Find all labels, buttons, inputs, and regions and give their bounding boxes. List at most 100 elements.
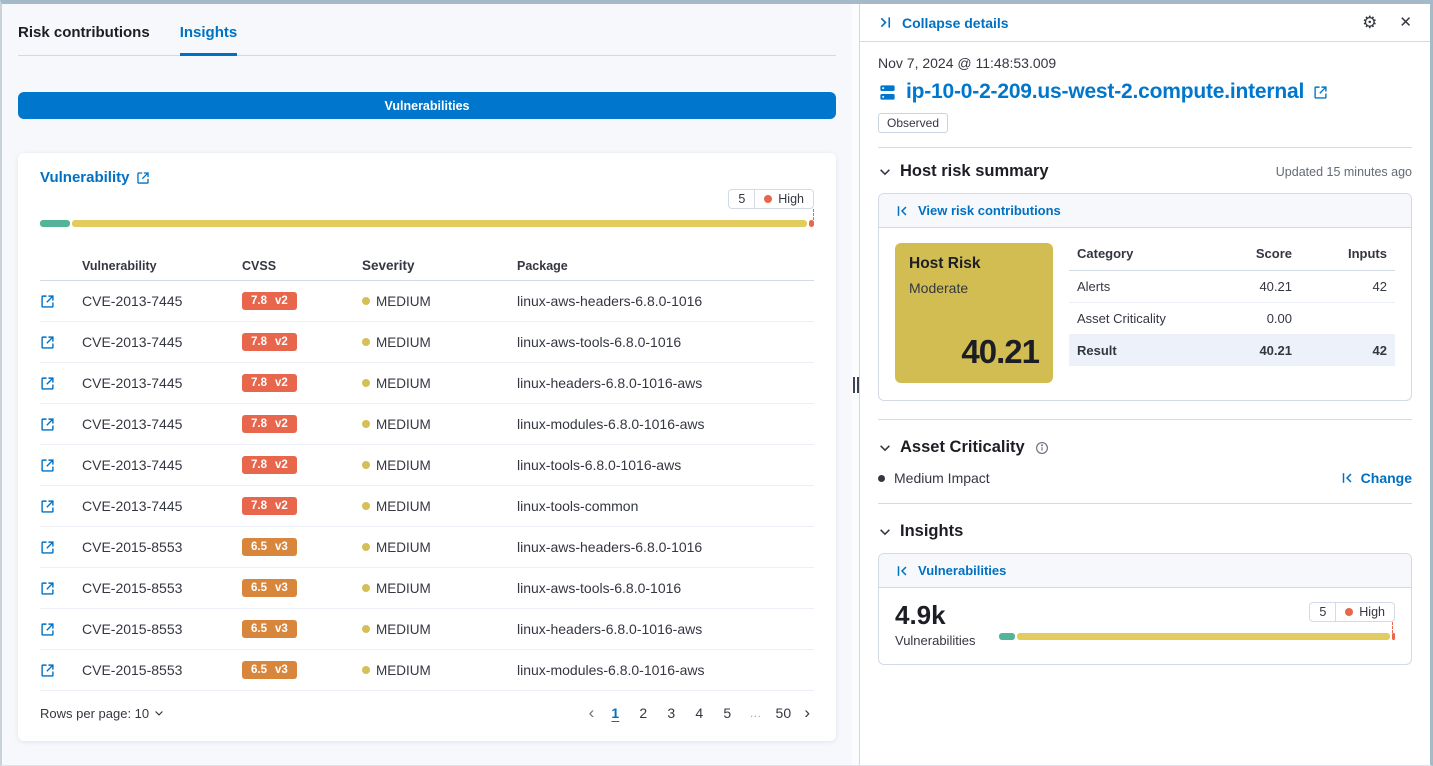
insights-title: Insights <box>900 522 963 541</box>
open-vulnerability-details-icon[interactable] <box>40 663 82 678</box>
severity-cell: MEDIUM <box>362 294 517 309</box>
col-cvss: CVSS <box>242 259 362 273</box>
arrow-end-icon <box>878 15 893 30</box>
criticality-dot-icon <box>878 475 885 482</box>
table-row: CVE-2013-7445 7.8v2 MEDIUM linux-modules… <box>40 404 814 445</box>
cvss-score-badge: 6.5v3 <box>242 538 297 556</box>
severity-cell: MEDIUM <box>362 458 517 473</box>
risk-score: 40.21 <box>1177 343 1292 358</box>
next-page-button[interactable]: › <box>800 703 814 723</box>
high-severity-count-badge: 5 High <box>728 189 814 209</box>
open-vulnerability-details-icon[interactable] <box>40 458 82 473</box>
open-vulnerability-details-icon[interactable] <box>40 417 82 432</box>
tab-bar: Risk contributions Insights <box>18 18 836 56</box>
gear-icon[interactable]: ⚙ <box>1362 14 1377 31</box>
package-name: linux-modules-6.8.0-1016-aws <box>517 662 814 678</box>
cvss-score-badge: 7.8v2 <box>242 415 297 433</box>
panel-resizer[interactable] <box>852 4 859 765</box>
risk-category: Result <box>1077 343 1177 358</box>
tab-risk-contributions[interactable]: Risk contributions <box>18 24 150 55</box>
open-vulnerability-details-icon[interactable] <box>40 581 82 596</box>
table-row: CVE-2013-7445 7.8v2 MEDIUM linux-aws-hea… <box>40 281 814 322</box>
page-button-1[interactable]: 1 <box>604 703 626 723</box>
divider <box>878 147 1412 148</box>
table-row: CVE-2015-8553 6.5v3 MEDIUM linux-aws-too… <box>40 568 814 609</box>
severity-cell: MEDIUM <box>362 622 517 637</box>
rows-per-page-selector[interactable]: Rows per page: 10 <box>40 706 165 721</box>
severity-cell: MEDIUM <box>362 417 517 432</box>
package-name: linux-headers-6.8.0-1016-aws <box>517 621 814 637</box>
severity-cell: MEDIUM <box>362 581 517 596</box>
vuln-table-header: Vulnerability CVSS Severity Package <box>40 251 814 281</box>
pagination: ‹ 12345 … 50 › <box>585 703 814 723</box>
open-vulnerability-details-icon[interactable] <box>40 335 82 350</box>
page-button-5[interactable]: 5 <box>716 703 738 723</box>
open-vulnerability-details-icon[interactable] <box>40 622 82 637</box>
host-risk-summary-title: Host risk summary <box>900 162 1049 181</box>
observed-badge: Observed <box>878 113 948 133</box>
vuln-table-rows: CVE-2013-7445 7.8v2 MEDIUM linux-aws-hea… <box>40 281 814 691</box>
medium-severity-dot <box>362 666 370 674</box>
vulnerability-id: CVE-2015-8553 <box>82 621 242 637</box>
rows-per-page-label: Rows per page: 10 <box>40 706 149 721</box>
chevron-down-icon[interactable] <box>878 441 892 455</box>
cvss-score-badge: 6.5v3 <box>242 661 297 679</box>
change-criticality-button[interactable]: Change <box>1340 470 1412 486</box>
vulnerability-id: CVE-2015-8553 <box>82 539 242 555</box>
divider <box>878 419 1412 420</box>
package-name: linux-aws-tools-6.8.0-1016 <box>517 580 814 596</box>
open-vulnerability-details-icon[interactable] <box>40 540 82 555</box>
cvss-score-badge: 6.5v3 <box>242 620 297 638</box>
info-icon[interactable] <box>1035 441 1049 455</box>
previous-page-button[interactable]: ‹ <box>585 703 599 723</box>
cvss-score-badge: 7.8v2 <box>242 292 297 310</box>
chevron-down-icon[interactable] <box>878 525 892 539</box>
risk-inputs: 42 <box>1292 343 1387 358</box>
page-button-2[interactable]: 2 <box>632 703 654 723</box>
cvss-score-badge: 7.8v2 <box>242 497 297 515</box>
open-vulnerability-details-icon[interactable] <box>40 294 82 309</box>
host-icon <box>878 83 897 102</box>
tab-insights[interactable]: Insights <box>180 24 238 56</box>
vulnerability-id: CVE-2013-7445 <box>82 293 242 309</box>
page-button-…: … <box>744 704 766 722</box>
pagination-pages: 12345 … 50 <box>604 703 794 723</box>
vulnerabilities-panel-link[interactable]: Vulnerabilities <box>879 554 1411 588</box>
medium-severity-dot <box>362 584 370 592</box>
medium-severity-dot <box>362 461 370 469</box>
risk-score: 40.21 <box>1177 279 1292 294</box>
external-link-icon[interactable] <box>1313 85 1328 100</box>
collapse-details-button[interactable]: Collapse details <box>878 15 1009 31</box>
table-row: CVE-2015-8553 6.5v3 MEDIUM linux-headers… <box>40 609 814 650</box>
vulnerability-id: CVE-2013-7445 <box>82 457 242 473</box>
medium-severity-dot <box>362 379 370 387</box>
cvss-score-badge: 7.8v2 <box>242 333 297 351</box>
page-button-50[interactable]: 50 <box>772 703 794 723</box>
vulnerability-id: CVE-2013-7445 <box>82 334 242 350</box>
risk-table-row: Result 40.21 42 <box>1069 335 1395 366</box>
vulnerability-count: 4.9k <box>895 600 975 631</box>
vulnerability-id: CVE-2013-7445 <box>82 375 242 391</box>
badge-bar-connector <box>997 622 1393 633</box>
chevron-down-icon[interactable] <box>878 165 892 179</box>
high-count: 5 <box>1310 603 1335 621</box>
change-label: Change <box>1361 470 1412 486</box>
resizer-grip-icon[interactable] <box>853 377 859 393</box>
open-vulnerability-details-icon[interactable] <box>40 376 82 391</box>
vulnerabilities-link-label: Vulnerabilities <box>918 563 1006 578</box>
risk-category: Asset Criticality <box>1077 311 1177 326</box>
page-button-3[interactable]: 3 <box>660 703 682 723</box>
package-name: linux-aws-headers-6.8.0-1016 <box>517 293 814 309</box>
vulnerabilities-banner-button[interactable]: Vulnerabilities <box>18 92 836 119</box>
table-row: CVE-2013-7445 7.8v2 MEDIUM linux-headers… <box>40 363 814 404</box>
view-risk-contributions-link[interactable]: View risk contributions <box>879 194 1411 228</box>
bar-segment <box>1392 633 1395 640</box>
package-name: linux-headers-6.8.0-1016-aws <box>517 375 814 391</box>
badge-bar-connector <box>40 209 814 220</box>
vulnerability-title-link[interactable]: Vulnerability <box>40 169 150 186</box>
bar-segment <box>40 220 70 227</box>
page-button-4[interactable]: 4 <box>688 703 710 723</box>
close-icon[interactable]: ✕ <box>1399 15 1412 30</box>
open-vulnerability-details-icon[interactable] <box>40 499 82 514</box>
host-title-link[interactable]: ip-10-0-2-209.us-west-2.compute.internal <box>878 80 1412 104</box>
